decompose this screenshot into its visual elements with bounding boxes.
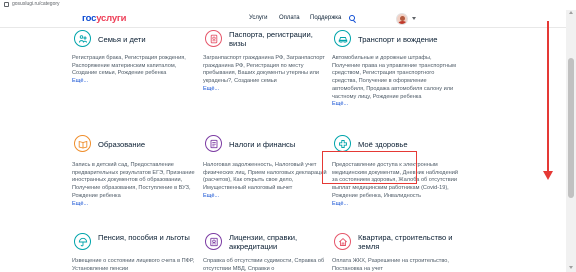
family-icon [74, 30, 91, 47]
category-pension[interactable]: Пенсия, пособия и льготы Извещение о сос… [72, 233, 199, 272]
browser-address-bar[interactable]: gosuslugi.ru/category [0, 0, 576, 10]
more-link[interactable]: Ещё... [72, 78, 88, 84]
passport-icon [205, 30, 222, 47]
scroll-up-icon[interactable] [569, 11, 573, 14]
house-icon [334, 233, 351, 250]
document-icon [205, 135, 222, 152]
category-education[interactable]: Образование Запись в детский сад, Предос… [72, 135, 199, 210]
more-link[interactable]: Ещё... [332, 201, 348, 207]
more-link[interactable]: Ещё... [203, 193, 219, 199]
category-description: Оплата ЖКХ, Разрешение на строительство,… [332, 258, 449, 272]
category-title[interactable]: Транспорт и вождение [358, 35, 459, 44]
more-link[interactable]: Ещё... [203, 86, 219, 92]
nav-services[interactable]: Услуги [249, 15, 267, 21]
category-title[interactable]: Лицензии, справки, аккредитации [229, 233, 330, 251]
category-title[interactable]: Моё здоровье [358, 140, 459, 149]
category-title[interactable]: Налоги и финансы [229, 140, 330, 149]
category-description: Извещение о состоянии лицевого счета в П… [72, 258, 195, 272]
more-link[interactable]: Ещё... [332, 101, 348, 107]
address-url[interactable]: gosuslugi.ru/category [12, 1, 60, 7]
umbrella-icon [74, 233, 91, 250]
gosuslugi-logo[interactable]: госуслуги [82, 13, 127, 24]
nav-payment[interactable]: Оплата [279, 15, 300, 21]
category-description: Загранпаспорт гражданина РФ, Загранпаспо… [203, 55, 325, 92]
scroll-arrow-annotation [547, 21, 549, 174]
scrollbar-thumb[interactable] [568, 58, 574, 198]
category-family[interactable]: Семья и дети Регистрация брака, Регистра… [72, 30, 199, 100]
category-description: Регистрация брака, Регистрация рождения,… [72, 55, 186, 85]
category-title[interactable]: Пенсия, пособия и льготы [98, 233, 199, 242]
category-licenses[interactable]: Лицензии, справки, аккредитации Справка … [203, 233, 330, 272]
category-description: Запись в детский сад, Предоставление пре… [72, 162, 195, 207]
license-icon [205, 233, 222, 250]
category-description: Налоговая задолженность, Налоговый учет … [203, 162, 327, 199]
category-title[interactable]: Семья и дети [98, 35, 199, 44]
lock-icon [4, 2, 9, 7]
scroll-down-icon[interactable] [569, 266, 573, 269]
category-title[interactable]: Квартира, строительство и земля [358, 233, 459, 251]
search-icon[interactable] [349, 15, 355, 21]
highlight-box [322, 151, 417, 184]
category-taxes[interactable]: Налоги и финансы Налоговая задолженность… [203, 135, 330, 205]
health-plus-icon [334, 135, 351, 152]
category-description: Автомобильные и дорожные штрафы, Получен… [332, 55, 457, 108]
more-link[interactable]: Ещё... [72, 201, 88, 207]
nav-support[interactable]: Поддержка [310, 15, 341, 21]
book-icon [74, 135, 91, 152]
site-header: госуслуги Услуги Оплата Поддержка [0, 10, 576, 28]
car-icon [334, 30, 351, 47]
category-title[interactable]: Паспорта, регистрации, визы [229, 30, 330, 48]
chevron-down-icon[interactable] [412, 17, 416, 20]
category-title[interactable]: Образование [98, 140, 199, 149]
category-description: Справка об отсутствии судимости, Справка… [203, 258, 325, 272]
avatar[interactable] [396, 13, 408, 25]
category-passports[interactable]: Паспорта, регистрации, визы Загранпаспор… [203, 30, 330, 100]
arrow-down-icon [543, 171, 553, 180]
category-housing[interactable]: Квартира, строительство и земля Оплата Ж… [332, 233, 459, 272]
category-transport[interactable]: Транспорт и вождение Автомобильные и дор… [332, 30, 459, 120]
